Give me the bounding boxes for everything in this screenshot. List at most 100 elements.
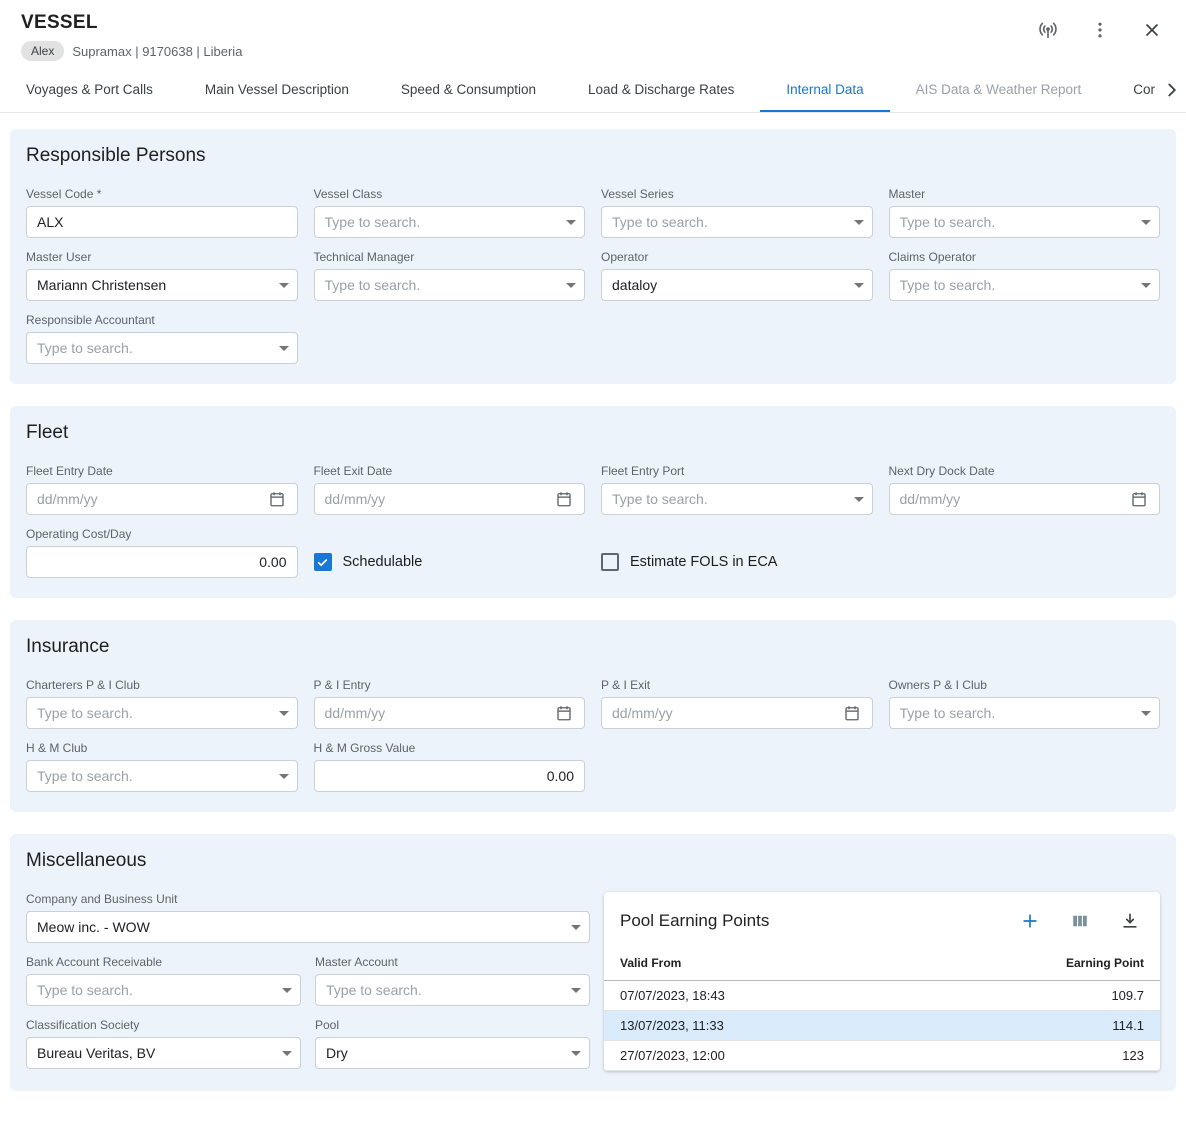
valid-from-cell: 13/07/2023, 11:33 bbox=[620, 1018, 724, 1033]
tab-internal-data[interactable]: Internal Data bbox=[760, 67, 889, 112]
tab-load-discharge-rates[interactable]: Load & Discharge Rates bbox=[562, 67, 760, 112]
chevron-down-icon bbox=[1141, 283, 1151, 288]
claims-operator-select[interactable]: Type to search. bbox=[889, 269, 1161, 301]
chevron-down-icon bbox=[282, 1051, 292, 1056]
header-left: VESSEL Alex Supramax | 9170638 | Liberia bbox=[21, 12, 242, 61]
select-placeholder: Type to search. bbox=[612, 214, 846, 230]
fleet-entry-port-select[interactable]: Type to search. bbox=[601, 483, 873, 515]
select-placeholder: Type to search. bbox=[325, 214, 559, 230]
checkbox-checked-icon[interactable] bbox=[314, 553, 332, 571]
field-label: Owners P & I Club bbox=[889, 678, 1161, 692]
field-label: Vessel Class bbox=[314, 187, 586, 201]
select-placeholder: Type to search. bbox=[900, 705, 1134, 721]
tab-speed-consumption[interactable]: Speed & Consumption bbox=[375, 67, 562, 112]
master-select[interactable]: Type to search. bbox=[889, 206, 1161, 238]
fleet-exit-date-input[interactable]: dd/mm/yy bbox=[314, 483, 586, 515]
operating-cost-day-input[interactable] bbox=[26, 546, 298, 578]
add-row-icon[interactable] bbox=[1018, 909, 1042, 933]
chevron-down-icon bbox=[279, 283, 289, 288]
checkbox-unchecked-icon[interactable] bbox=[601, 553, 619, 571]
vessel-subtitle-row: Alex Supramax | 9170638 | Liberia bbox=[21, 41, 242, 61]
checkbox-label: Schedulable bbox=[343, 554, 423, 570]
schedulable-checkbox[interactable]: Schedulable bbox=[314, 546, 586, 578]
next-dry-dock-date-input[interactable]: dd/mm/yy bbox=[889, 483, 1161, 515]
field-label: Claims Operator bbox=[889, 250, 1161, 264]
earning-point-cell: 123 bbox=[1122, 1048, 1144, 1063]
field-bank-account-receivable: Bank Account Receivable Type to search. bbox=[26, 955, 301, 1006]
calendar-icon[interactable] bbox=[840, 701, 864, 725]
table-row-selected[interactable]: 13/07/2023, 11:33 114.1 bbox=[604, 1011, 1160, 1041]
field-master-account: Master Account Type to search. bbox=[315, 955, 590, 1006]
field-label: H & M Gross Value bbox=[314, 741, 586, 755]
chevron-down-icon bbox=[571, 1051, 581, 1056]
pi-exit-date-input[interactable]: dd/mm/yy bbox=[601, 697, 873, 729]
field-operator: Operator dataloy bbox=[601, 250, 873, 301]
hm-club-select[interactable]: Type to search. bbox=[26, 760, 298, 792]
grid-spacer bbox=[889, 527, 1161, 578]
vessel-code-input[interactable] bbox=[26, 206, 298, 238]
hm-gross-value-input[interactable] bbox=[314, 760, 586, 792]
field-label: Charterers P & I Club bbox=[26, 678, 298, 692]
field-next-dry-dock-date: Next Dry Dock Date dd/mm/yy bbox=[889, 464, 1161, 515]
chevron-down-icon bbox=[566, 220, 576, 225]
section-title: Fleet bbox=[26, 422, 1160, 444]
tab-cor-truncated[interactable]: Cor bbox=[1107, 67, 1158, 112]
operator-select[interactable]: dataloy bbox=[601, 269, 873, 301]
select-value: dataloy bbox=[612, 277, 846, 293]
insurance-grid: Charterers P & I Club Type to search. P … bbox=[26, 678, 1160, 792]
tab-voyages-port-calls[interactable]: Voyages & Port Calls bbox=[0, 67, 179, 112]
chevron-down-icon bbox=[571, 925, 581, 930]
select-placeholder: Type to search. bbox=[325, 277, 559, 293]
table-row[interactable]: 07/07/2023, 18:43 109.7 bbox=[604, 981, 1160, 1011]
fleet-entry-date-input[interactable]: dd/mm/yy bbox=[26, 483, 298, 515]
checkbox-label: Estimate FOLS in ECA bbox=[630, 554, 777, 570]
vessel-class-select[interactable]: Type to search. bbox=[314, 206, 586, 238]
vessel-series-select[interactable]: Type to search. bbox=[601, 206, 873, 238]
valid-from-cell: 27/07/2023, 12:00 bbox=[620, 1048, 725, 1063]
calendar-icon[interactable] bbox=[552, 701, 576, 725]
select-placeholder: Type to search. bbox=[900, 277, 1134, 293]
company-business-unit-select[interactable]: Meow inc. - WOW bbox=[26, 911, 590, 943]
earning-point-cell: 109.7 bbox=[1111, 988, 1144, 1003]
responsible-accountant-select[interactable]: Type to search. bbox=[26, 332, 298, 364]
select-placeholder: Type to search. bbox=[37, 340, 271, 356]
table-row[interactable]: 27/07/2023, 12:00 123 bbox=[604, 1041, 1160, 1071]
columns-icon[interactable] bbox=[1068, 909, 1092, 933]
section-responsible-persons: Responsible Persons Vessel Code * Vessel… bbox=[10, 129, 1176, 384]
broadcast-icon[interactable] bbox=[1036, 18, 1060, 42]
technical-manager-select[interactable]: Type to search. bbox=[314, 269, 586, 301]
earning-point-cell: 114.1 bbox=[1112, 1018, 1144, 1033]
tab-main-vessel-description[interactable]: Main Vessel Description bbox=[179, 67, 375, 112]
calendar-icon[interactable] bbox=[552, 487, 576, 511]
bank-account-receivable-select[interactable]: Type to search. bbox=[26, 974, 301, 1006]
select-placeholder: Type to search. bbox=[37, 982, 274, 998]
date-placeholder: dd/mm/yy bbox=[325, 491, 553, 507]
miscellaneous-fields: Company and Business Unit Meow inc. - WO… bbox=[26, 892, 590, 1069]
select-placeholder: Type to search. bbox=[326, 982, 563, 998]
classification-society-select[interactable]: Bureau Veritas, BV bbox=[26, 1037, 301, 1069]
pi-entry-date-input[interactable]: dd/mm/yy bbox=[314, 697, 586, 729]
tab-ais-data-weather-report[interactable]: AIS Data & Weather Report bbox=[890, 67, 1108, 112]
kebab-menu-icon[interactable] bbox=[1088, 18, 1112, 42]
calendar-icon[interactable] bbox=[1127, 487, 1151, 511]
section-miscellaneous: Miscellaneous Company and Business Unit … bbox=[10, 834, 1176, 1091]
select-placeholder: Type to search. bbox=[37, 705, 271, 721]
tab-scroll-right-icon[interactable] bbox=[1158, 67, 1186, 112]
field-vessel-class: Vessel Class Type to search. bbox=[314, 187, 586, 238]
master-account-select[interactable]: Type to search. bbox=[315, 974, 590, 1006]
estimate-fols-checkbox[interactable]: Estimate FOLS in ECA bbox=[601, 546, 873, 578]
date-placeholder: dd/mm/yy bbox=[612, 705, 840, 721]
master-user-select[interactable]: Mariann Christensen bbox=[26, 269, 298, 301]
pool-select[interactable]: Dry bbox=[315, 1037, 590, 1069]
field-label: Operator bbox=[601, 250, 873, 264]
chevron-down-icon bbox=[566, 283, 576, 288]
field-label: Vessel Series bbox=[601, 187, 873, 201]
close-icon[interactable] bbox=[1140, 18, 1164, 42]
select-value: Mariann Christensen bbox=[37, 277, 271, 293]
header-icons bbox=[1036, 12, 1164, 42]
responsible-persons-grid: Vessel Code * Vessel Class Type to searc… bbox=[26, 187, 1160, 364]
download-icon[interactable] bbox=[1118, 909, 1142, 933]
charterers-pi-club-select[interactable]: Type to search. bbox=[26, 697, 298, 729]
owners-pi-club-select[interactable]: Type to search. bbox=[889, 697, 1161, 729]
calendar-icon[interactable] bbox=[265, 487, 289, 511]
